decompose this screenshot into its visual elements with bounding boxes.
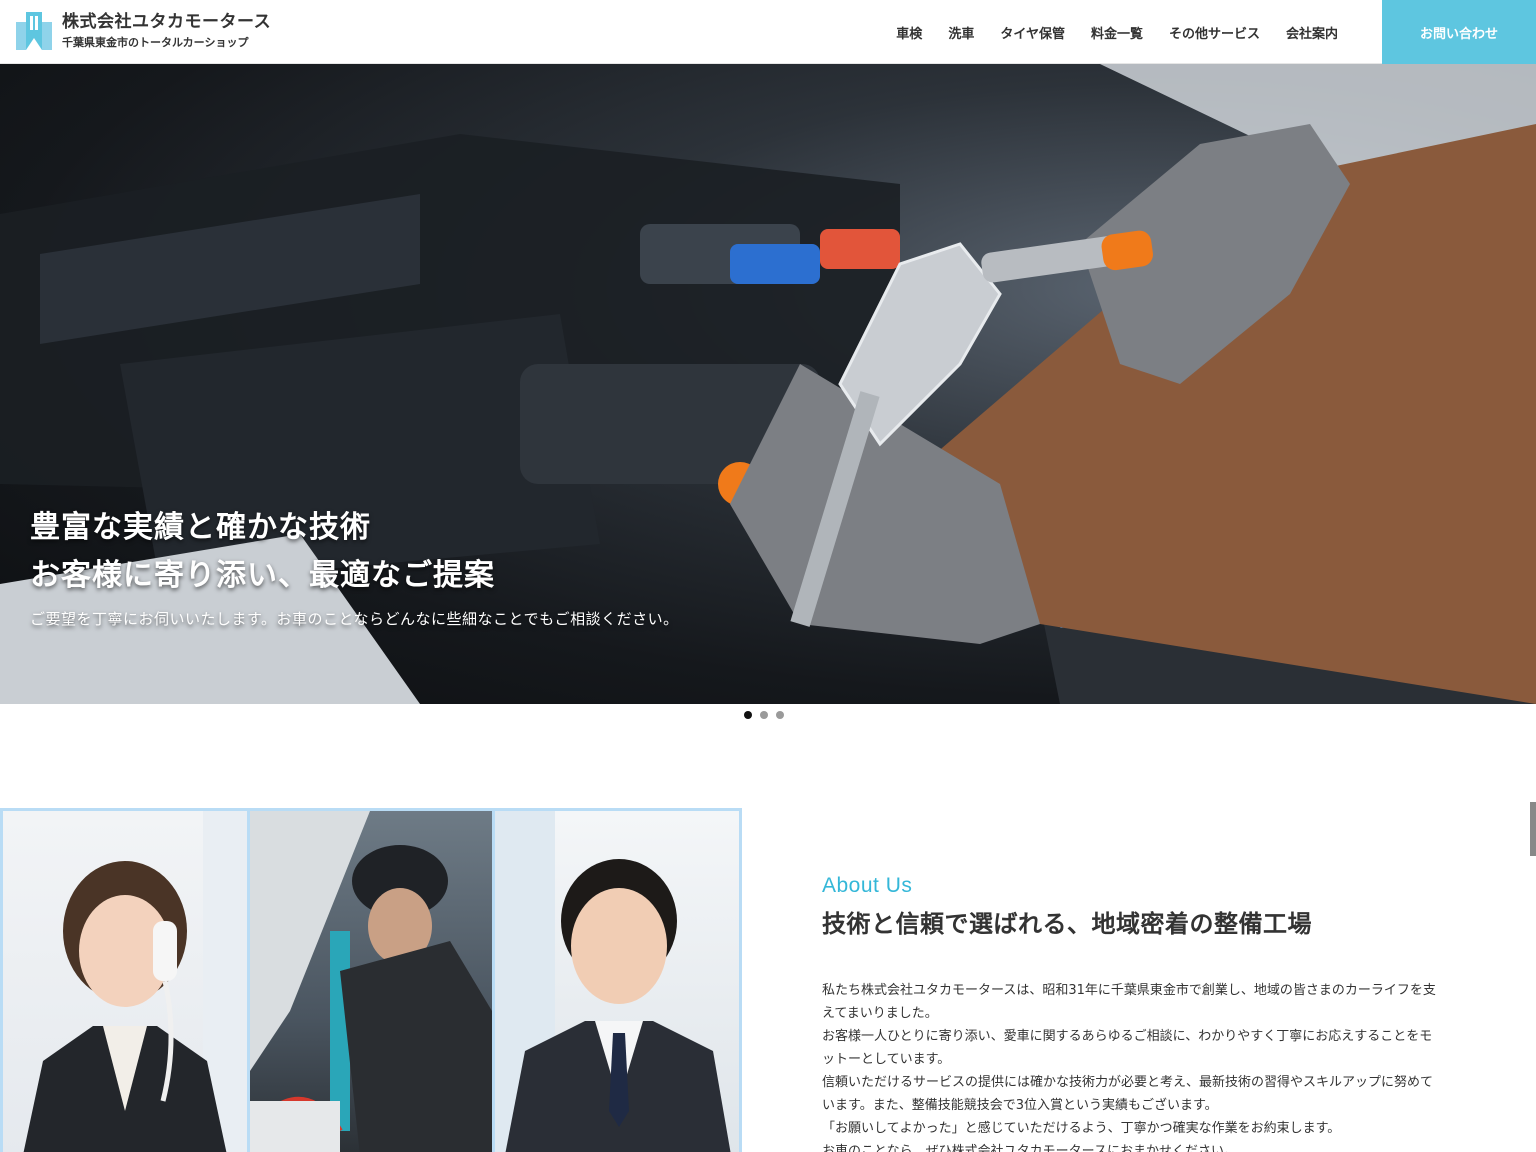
slider-dot-3[interactable]: [776, 711, 784, 719]
about-paragraph: お車のことなら、ぜひ株式会社ユタカモータースにおまかせください。: [822, 1144, 1237, 1152]
scroll-indicator[interactable]: [1530, 802, 1536, 856]
about-photo-grid: [0, 808, 742, 1152]
about-section: About Us 技術と信頼で選ばれる、地域密着の整備工場 私たち株式会社ユタカ…: [822, 874, 1442, 1152]
about-title: 技術と信頼で選ばれる、地域密着の整備工場: [822, 910, 1312, 938]
building-logo-icon: [16, 12, 52, 50]
about-paragraph: お客様一人ひとりに寄り添い、愛車に関するあらゆるご相談に、わかりやすく丁寧にお応…: [822, 1029, 1433, 1067]
about-paragraph: 私たち株式会社ユタカモータースは、昭和31年に千葉県東金市で創業し、地域の皆さま…: [822, 983, 1436, 1021]
site-logo[interactable]: 株式会社ユタカモータース 千葉県東金市のトータルカーショップ: [14, 10, 271, 52]
hero-slider[interactable]: 豊富な実績と確かな技術 お客様に寄り添い、最適なご提案 ご要望を丁寧にお伺いいた…: [0, 64, 1536, 704]
hero-headline-1: 豊富な実績と確かな技術: [30, 510, 371, 545]
photo-salesman: [495, 811, 739, 1152]
slider-dot-1[interactable]: [744, 711, 752, 719]
about-body: 私たち株式会社ユタカモータースは、昭和31年に千葉県東金市で創業し、地域の皆さま…: [822, 979, 1442, 1152]
photo-mechanic: [250, 811, 492, 1152]
company-tagline: 千葉県東金市のトータルカーショップ: [62, 36, 249, 49]
contact-button[interactable]: お問い合わせ: [1382, 0, 1536, 64]
slider-dot-2[interactable]: [760, 711, 768, 719]
photo-receptionist: [3, 811, 247, 1152]
hero-headline-2: お客様に寄り添い、最適なご提案: [30, 558, 495, 593]
about-paragraph: 「お願いしてよかった」と感じていただけるよう、丁寧かつ確実な作業をお約束します。: [822, 1121, 1341, 1136]
company-name: 株式会社ユタカモータース: [62, 12, 272, 32]
hero-copy: 豊富な実績と確かな技術 お客様に寄り添い、最適なご提案 ご要望を丁寧にお伺いいた…: [30, 504, 679, 629]
about-label: About Us: [822, 874, 913, 897]
nav-item-tire-storage[interactable]: タイヤ保管: [1000, 23, 1065, 42]
nav-item-company[interactable]: 会社案内: [1286, 23, 1338, 42]
nav-item-shaken[interactable]: 車検: [896, 23, 922, 42]
nav-item-car-wash[interactable]: 洗車: [948, 23, 974, 42]
slider-dots: [744, 711, 792, 719]
main-nav: 車検 洗車 タイヤ保管 料金一覧 その他サービス 会社案内: [870, 0, 1338, 64]
nav-item-pricing[interactable]: 料金一覧: [1091, 23, 1143, 42]
site-header: 株式会社ユタカモータース 千葉県東金市のトータルカーショップ 車検 洗車 タイヤ…: [0, 0, 1536, 64]
hero-subtext: ご要望を丁寧にお伺いいたします。お車のことならどんなに些細なことでもご相談くださ…: [30, 610, 679, 628]
nav-item-other-services[interactable]: その他サービス: [1169, 23, 1260, 42]
about-paragraph: 信頼いただけるサービスの提供には確かな技術力が必要と考え、最新技術の習得やスキル…: [822, 1075, 1434, 1113]
